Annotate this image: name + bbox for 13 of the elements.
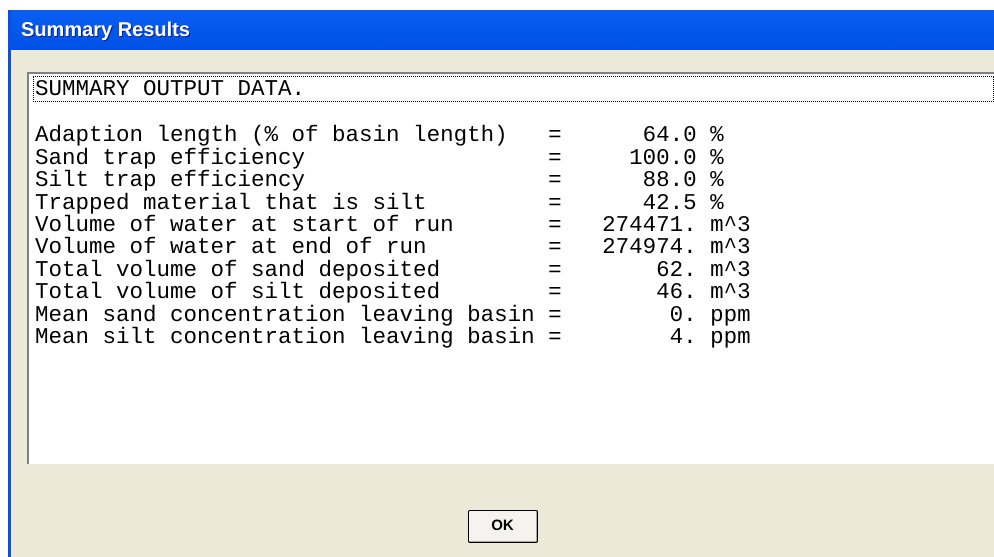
result-line: Adaption length (% of basin length) = 64.0 % [34, 124, 725, 147]
output-heading: SUMMARY OUTPUT DATA. [33, 76, 994, 102]
result-line: Volume of water at start of run = 274471. m^3 [34, 214, 752, 236]
result-line: Volume of water at end of run = 274974. m^3 [34, 236, 752, 259]
result-line: Silt trap efficiency = 88.0 % [34, 169, 725, 192]
result-line: Sand trap efficiency = 100.0 % [34, 146, 725, 170]
ok-button[interactable]: OK [468, 510, 538, 543]
result-line: Total volume of sand deposited = 62. m^3 [34, 258, 752, 282]
result-line: Mean sand concentration leaving basin = 0. ppm [34, 304, 752, 326]
result-line: Trapped material that is silt = 42.5 % [34, 192, 725, 214]
result-line: Mean silt concentration leaving basin = 4. ppm [34, 326, 752, 348]
window-title: Summary Results [21, 18, 190, 43]
result-line: Total volume of silt deposited = 46. m^3 [34, 281, 752, 304]
